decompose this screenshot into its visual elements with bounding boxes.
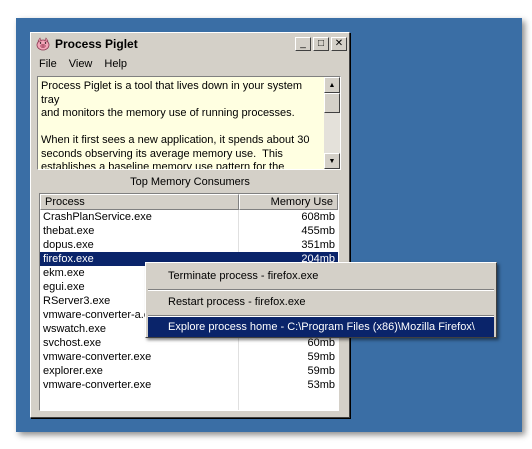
process-name-cell: thebat.exe: [43, 225, 95, 237]
memory-use-cell: 60mb: [307, 337, 335, 349]
table-row[interactable]: explorer.exe 59mb: [40, 364, 338, 378]
close-button[interactable]: ✕: [331, 37, 347, 51]
scroll-up-arrow-icon[interactable]: ▲: [324, 77, 340, 93]
menu-item-restart[interactable]: Restart process - firefox.exe: [148, 292, 494, 312]
menu-separator: [148, 289, 494, 291]
table-row[interactable]: vmware-converter.exe 53mb: [40, 378, 338, 392]
menu-file[interactable]: File: [33, 58, 63, 70]
table-row[interactable]: vmware-converter.exe 59mb: [40, 350, 338, 364]
process-name-cell: vmware-converter.exe: [43, 379, 152, 391]
pig-icon: [35, 36, 51, 52]
description-scrollbar[interactable]: ▲ ▼: [324, 77, 340, 169]
memory-use-cell: 351mb: [301, 239, 335, 251]
memory-use-cell: 455mb: [301, 225, 335, 237]
description-text: Process Piglet is a tool that lives down…: [41, 80, 310, 170]
scrollbar-thumb[interactable]: [324, 93, 340, 113]
minimize-button[interactable]: _: [295, 37, 311, 51]
table-row[interactable]: svchost.exe 60mb: [40, 336, 338, 350]
process-name-cell: explorer.exe: [43, 365, 103, 377]
menu-help[interactable]: Help: [98, 58, 133, 70]
menu-item-terminate[interactable]: Terminate process - firefox.exe: [148, 266, 494, 286]
maximize-button[interactable]: □: [313, 37, 329, 51]
table-row[interactable]: CrashPlanService.exe 608mb: [40, 210, 338, 224]
title-bar[interactable]: Process Piglet _ □ ✕: [33, 35, 347, 53]
process-name-cell: dopus.exe: [43, 239, 94, 251]
scroll-down-arrow-icon[interactable]: ▼: [324, 153, 340, 169]
list-header: Process Memory Use: [40, 194, 338, 210]
column-header-memory[interactable]: Memory Use: [239, 194, 338, 210]
memory-use-cell: 59mb: [307, 351, 335, 363]
menu-view[interactable]: View: [63, 58, 99, 70]
window-title: Process Piglet: [55, 37, 138, 51]
column-header-process[interactable]: Process: [40, 194, 239, 210]
table-row[interactable]: dopus.exe 351mb: [40, 238, 338, 252]
process-name-cell: CrashPlanService.exe: [43, 211, 152, 223]
context-menu: Terminate process - firefox.exe Restart …: [145, 262, 497, 338]
section-label: Top Memory Consumers: [130, 176, 250, 188]
menu-item-explore[interactable]: Explore process home - C:\Program Files …: [148, 317, 494, 337]
process-piglet-window: Process Piglet _ □ ✕ File View Help Proc…: [30, 32, 350, 418]
description-textbox[interactable]: Process Piglet is a tool that lives down…: [37, 76, 341, 170]
menu-bar: File View Help: [33, 55, 347, 73]
memory-use-cell: 59mb: [307, 365, 335, 377]
table-row[interactable]: thebat.exe 455mb: [40, 224, 338, 238]
memory-use-cell: 53mb: [307, 379, 335, 391]
memory-use-cell: 608mb: [301, 211, 335, 223]
process-name-cell: vmware-converter.exe: [43, 351, 152, 363]
process-name-cell: svchost.exe: [43, 337, 102, 349]
